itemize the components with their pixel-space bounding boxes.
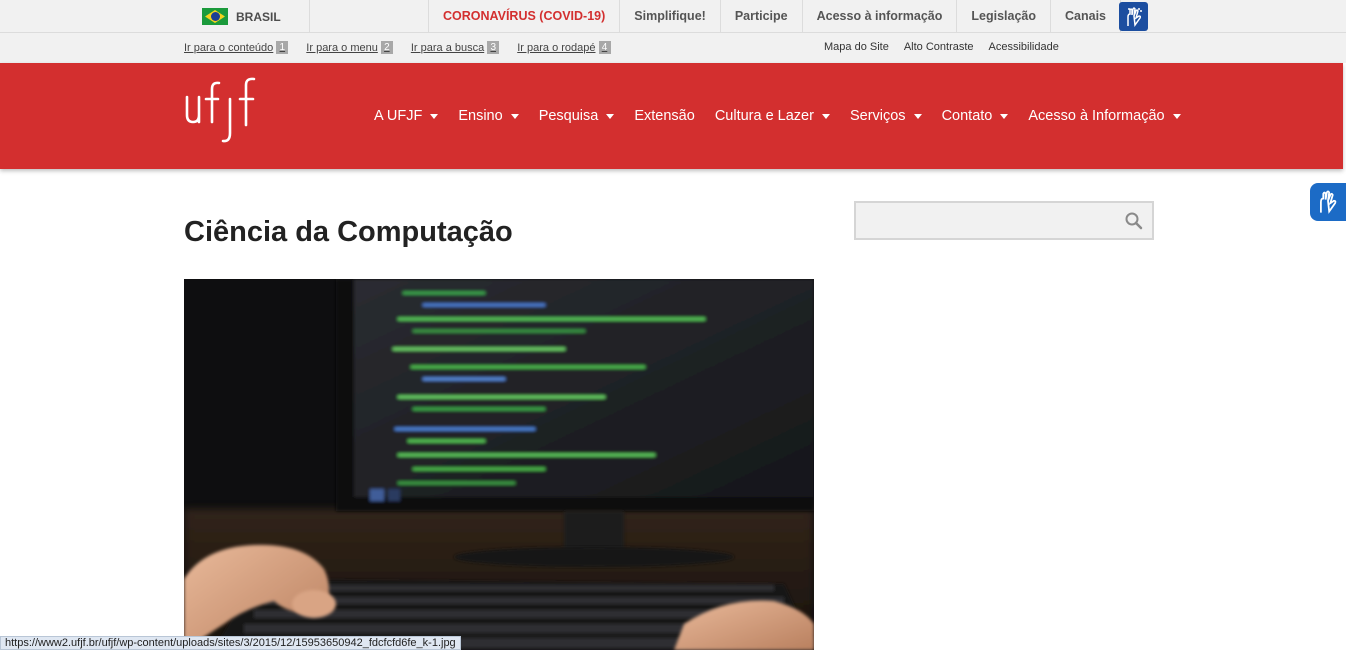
search-icon[interactable] <box>1124 211 1144 231</box>
gov-bar: BRASIL CORONAVÍRUS (COVID-19) Simplifiqu… <box>0 0 1346 33</box>
nav-label: Ensino <box>458 108 503 124</box>
caret-down-icon <box>913 113 922 119</box>
nav-label: Serviços <box>849 108 906 124</box>
caret-down-icon <box>430 113 439 119</box>
nav-item-extensao[interactable]: Extensão <box>624 108 704 124</box>
nav-item-acesso-informacao[interactable]: Acesso à Informação <box>1018 108 1190 124</box>
accessibility-link[interactable]: Acessibilidade <box>989 41 1059 53</box>
nav-item-ensino[interactable]: Ensino <box>448 108 528 124</box>
caret-down-icon <box>606 113 615 119</box>
accessibility-bar: Ir para o conteúdo 1 Ir para o menu 2 Ir p… <box>0 33 1346 63</box>
gov-link-participe[interactable]: Participe <box>719 0 802 33</box>
shortcut-key: 4 <box>598 41 611 54</box>
shortcut-key: 1 <box>276 41 289 54</box>
hero-image[interactable] <box>184 279 814 650</box>
site-header: A UFJF Ensino Pesquisa Extensão Cultura … <box>0 63 1343 169</box>
gov-links: CORONAVÍRUS (COVID-19) Simplifique! Part… <box>428 0 1121 33</box>
main-nav: A UFJF Ensino Pesquisa Extensão Cultura … <box>364 63 1191 169</box>
accessibility-links: Mapa do Site Alto Contraste Acessibilida… <box>824 41 1059 53</box>
skip-label: Ir para o menu <box>306 41 378 54</box>
nav-label: Pesquisa <box>538 108 599 124</box>
caret-down-icon <box>510 113 519 119</box>
gov-link-canais[interactable]: Canais <box>1050 0 1121 33</box>
gov-link-simplifique[interactable]: Simplifique! <box>619 0 720 33</box>
skip-to-footer[interactable]: Ir para o rodapé 4 <box>517 41 611 54</box>
sign-language-icon[interactable] <box>1119 2 1148 31</box>
page-title: Ciência da Computação <box>184 216 513 248</box>
caret-down-icon <box>821 113 830 119</box>
gov-link-covid[interactable]: CORONAVÍRUS (COVID-19) <box>428 0 619 33</box>
brasil-link[interactable]: BRASIL <box>202 8 281 25</box>
search-input[interactable] <box>856 203 1116 238</box>
skip-label: Ir para o rodapé <box>517 41 596 54</box>
gov-link-legislacao[interactable]: Legislação <box>956 0 1050 33</box>
nav-item-contato[interactable]: Contato <box>932 108 1019 124</box>
browser-status-bar: https://www2.ufjf.br/ufjf/wp-content/upl… <box>0 636 461 650</box>
nav-item-servicos[interactable]: Serviços <box>840 108 932 124</box>
nav-label: A UFJF <box>374 108 423 124</box>
divider <box>309 0 310 33</box>
caret-down-icon <box>1000 113 1009 119</box>
nav-item-pesquisa[interactable]: Pesquisa <box>529 108 625 124</box>
skip-to-content[interactable]: Ir para o conteúdo 1 <box>184 41 289 54</box>
gov-link-acesso-informacao[interactable]: Acesso à informação <box>801 0 957 33</box>
shortcut-key: 3 <box>487 41 500 54</box>
nav-item-cultura-lazer[interactable]: Cultura e Lazer <box>705 108 840 124</box>
nav-label: Contato <box>941 108 993 124</box>
skip-to-search[interactable]: Ir para a busca 3 <box>410 41 500 54</box>
nav-label: Extensão <box>634 108 695 124</box>
brazil-flag-icon <box>202 8 228 25</box>
skip-label: Ir para a busca <box>410 41 485 54</box>
high-contrast-link[interactable]: Alto Contraste <box>904 41 974 53</box>
nav-label: Acesso à Informação <box>1028 108 1165 124</box>
search-box <box>854 201 1154 240</box>
vlibras-widget-icon[interactable] <box>1310 183 1346 221</box>
caret-down-icon <box>1172 113 1181 119</box>
ufjf-logo[interactable] <box>184 75 264 153</box>
site-map-link[interactable]: Mapa do Site <box>824 41 889 53</box>
nav-item-a-ufjf[interactable]: A UFJF <box>364 108 448 124</box>
skip-links: Ir para o conteúdo 1 Ir para o menu 2 Ir p… <box>184 41 611 54</box>
skip-label: Ir para o conteúdo <box>184 41 274 54</box>
nav-label: Cultura e Lazer <box>714 108 814 124</box>
brasil-label: BRASIL <box>236 9 281 24</box>
skip-to-menu[interactable]: Ir para o menu 2 <box>306 41 393 54</box>
shortcut-key: 2 <box>380 41 393 54</box>
